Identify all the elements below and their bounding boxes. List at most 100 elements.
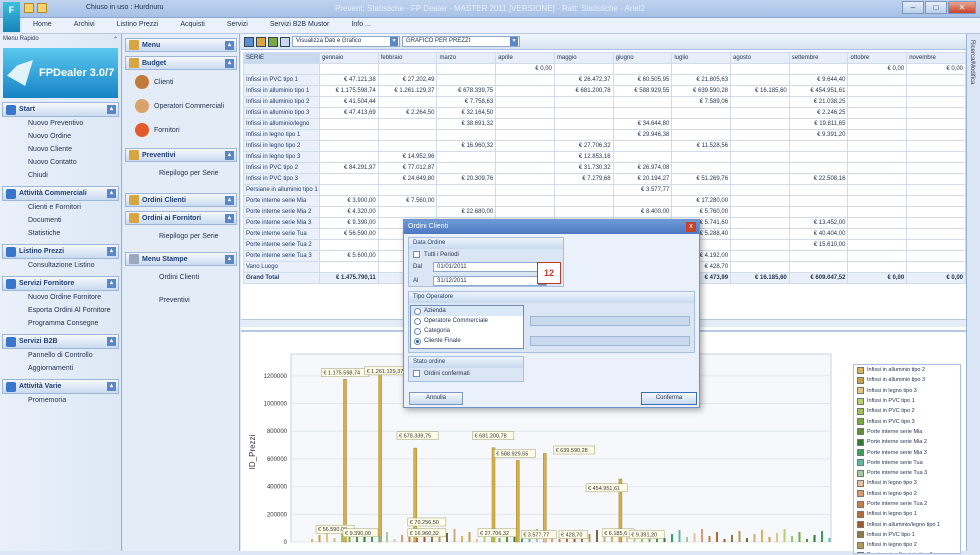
row-label[interactable]: Persiane in alluminio tipo 1 bbox=[243, 184, 320, 196]
sidebar-item[interactable]: Esporta Ordini Al Fornitore bbox=[0, 304, 121, 317]
table-row[interactable]: Infissi in legno tipo 1 € 29.946,38 € 9.39… bbox=[243, 129, 966, 141]
row-label[interactable]: Infissi in alluminio tipo 3 bbox=[243, 107, 320, 119]
radio-button[interactable] bbox=[414, 317, 421, 325]
menu-item-1[interactable]: Archivi bbox=[63, 18, 106, 33]
row-label[interactable]: Infissi in PVC tipo 1 bbox=[243, 74, 320, 86]
all-periods-row[interactable]: Tutti i Periodi bbox=[409, 249, 563, 260]
close-button[interactable]: ✕ bbox=[948, 1, 976, 14]
table-row[interactable]: Infissi in PVC tipo 1 € 47.121,38 € 27.202… bbox=[243, 74, 966, 86]
row-label[interactable]: Infissi in legno tipo 2 bbox=[243, 140, 320, 152]
sidebar-item[interactable]: Nuovo Cliente bbox=[0, 143, 121, 156]
serie-header[interactable]: SERIE bbox=[243, 52, 320, 64]
month-header[interactable]: giugno bbox=[612, 52, 673, 64]
collapse-icon[interactable]: ▴ bbox=[107, 279, 116, 288]
collapse-icon[interactable]: ▴ bbox=[107, 247, 116, 256]
from-date-input[interactable]: 01/01/2011 bbox=[433, 262, 547, 272]
month-header[interactable]: gennaio bbox=[319, 52, 379, 64]
stampe-ordini-clienti[interactable]: Ordini Clienti bbox=[123, 266, 239, 289]
sidebar-item[interactable]: Clienti e Fornitori bbox=[0, 201, 121, 214]
pin-icon[interactable]: ⌃ bbox=[113, 36, 118, 44]
sidebar-item[interactable]: Nuovo Contatto bbox=[0, 156, 121, 169]
month-header[interactable]: novembre bbox=[906, 52, 966, 64]
sidebar-item[interactable]: Nuovo Ordine Fornitore bbox=[0, 291, 121, 304]
row-label[interactable]: Infissi in alluminio tipo 2 bbox=[243, 96, 320, 108]
sidebar-section-0[interactable]: Start ▴ bbox=[2, 102, 119, 117]
view-select[interactable]: Visualizza Dati e Grafico bbox=[292, 36, 400, 47]
operator-option[interactable]: Operatore Commerciale bbox=[411, 316, 523, 326]
menu-item-3[interactable]: Acquisti bbox=[169, 18, 216, 33]
table-row[interactable]: Infissi in alluminio/legno € 38.691,32 € 3… bbox=[243, 118, 966, 130]
month-header[interactable]: marzo bbox=[436, 52, 497, 64]
sidebar-item[interactable]: Pannello di Controllo bbox=[0, 349, 121, 362]
collapse-icon[interactable]: ▴ bbox=[225, 196, 234, 205]
ordini-clienti-section-header[interactable]: Ordini Clienti ▴ bbox=[125, 193, 237, 207]
export-icon[interactable] bbox=[256, 36, 266, 47]
table-row[interactable]: Infissi in PVC tipo 2 € 84.291,97 € 77.012… bbox=[243, 162, 966, 174]
table-row[interactable]: Infissi in alluminio tipo 3 € 47.413,69 € … bbox=[243, 107, 966, 119]
collapse-icon[interactable]: ▴ bbox=[107, 382, 116, 391]
menu-item-0[interactable]: Home bbox=[22, 18, 63, 33]
ordini-fornitori-section-header[interactable]: Ordini ai Fornitori ▴ bbox=[125, 211, 237, 225]
row-label[interactable]: Infissi in legno tipo 3 bbox=[243, 151, 320, 163]
sidebar-item[interactable]: Chiudi bbox=[0, 169, 121, 182]
month-header[interactable]: aprile bbox=[495, 52, 555, 64]
row-label[interactable]: Vano Luogo bbox=[243, 261, 320, 273]
operator-option[interactable]: Azienda bbox=[411, 306, 523, 316]
sidebar-item[interactable]: Statistiche bbox=[0, 227, 121, 240]
sidebar-item[interactable]: Consultazione Listino bbox=[0, 259, 121, 272]
preventivi-section-header[interactable]: Preventivi ▴ bbox=[125, 148, 237, 162]
table-row[interactable]: Porte interne serie Mia € 3.900,00 € 7.560… bbox=[243, 195, 966, 207]
sidebar-section-3[interactable]: Servizi Fornitore ▴ bbox=[2, 276, 119, 291]
row-label[interactable]: Porte interne serie Mia bbox=[243, 195, 320, 207]
month-header[interactable]: febbraio bbox=[377, 52, 438, 64]
calendar-icon[interactable]: 12 bbox=[537, 262, 561, 284]
month-header[interactable]: luglio bbox=[671, 52, 732, 64]
sidebar-section-5[interactable]: Attività Varie ▴ bbox=[2, 379, 119, 394]
right-dock[interactable]: Ricerca/Modifica bbox=[966, 34, 980, 551]
row-label[interactable]: Porte interne serie Tua 2 bbox=[243, 239, 320, 251]
sidebar-section-1[interactable]: Attività Commerciali ▴ bbox=[2, 186, 119, 201]
budget-clienti[interactable]: Clienti bbox=[123, 70, 239, 94]
operator-option[interactable]: Categoria bbox=[411, 326, 523, 336]
table-row[interactable]: Infissi in alluminio tipo 2 € 41.504,44 € … bbox=[243, 96, 966, 108]
budget-fornitori[interactable]: Fornitori bbox=[123, 118, 239, 142]
row-label[interactable]: Infissi in alluminio tipo 1 bbox=[243, 85, 320, 97]
month-header[interactable]: maggio bbox=[553, 52, 614, 64]
menu-item-4[interactable]: Servizi bbox=[216, 18, 259, 33]
radio-button[interactable] bbox=[414, 327, 421, 335]
sidebar-item[interactable]: Programma Consegne bbox=[0, 317, 121, 330]
menu-item-5[interactable]: Servizi B2B Mustor bbox=[259, 18, 341, 33]
sidebar-section-4[interactable]: Servizi B2B ▴ bbox=[2, 334, 119, 349]
maximize-button[interactable]: □ bbox=[925, 1, 947, 14]
operator-option[interactable]: Cliente Finale bbox=[411, 336, 523, 346]
grid-icon[interactable] bbox=[244, 36, 254, 47]
preventivi-riepilogo[interactable]: Riepilogo per Serie bbox=[123, 162, 239, 185]
budget-operatori[interactable]: Operatori Commerciali bbox=[123, 94, 239, 118]
sidebar-item[interactable]: Aggiornamenti bbox=[0, 362, 121, 375]
stampe-section-header[interactable]: Menu Stampe ▴ bbox=[125, 252, 237, 266]
dialog-close-button[interactable]: x bbox=[686, 222, 696, 232]
stampe-preventivi[interactable]: Preventivi bbox=[123, 289, 239, 312]
table-row[interactable]: Infissi in legno tipo 3 € 14.952,96 € 12.8… bbox=[243, 151, 966, 163]
sidebar-section-2[interactable]: Listino Prezzi ▴ bbox=[2, 244, 119, 259]
row-label[interactable]: Porte interne serie Tua bbox=[243, 228, 320, 240]
row-label[interactable]: Porte interne serie Mia 3 bbox=[243, 217, 320, 229]
table-row[interactable]: Persiane in alluminio tipo 1 € 3.577,77 bbox=[243, 184, 966, 196]
radio-button[interactable] bbox=[414, 307, 421, 315]
ordini-fornitori-riepilogo[interactable]: Riepilogo per Serie bbox=[123, 225, 239, 248]
table-row[interactable]: Infissi in legno tipo 2 € 16.960,32 € 27.7… bbox=[243, 140, 966, 152]
sidebar-item[interactable]: Documenti bbox=[0, 214, 121, 227]
print-icon[interactable] bbox=[268, 36, 278, 47]
menu-item-6[interactable]: Info ... bbox=[340, 18, 381, 33]
budget-section-header[interactable]: Budget ▴ bbox=[125, 56, 237, 70]
refresh-icon[interactable] bbox=[280, 36, 290, 47]
collapse-icon[interactable]: ▴ bbox=[225, 214, 234, 223]
minimize-button[interactable]: – bbox=[902, 1, 924, 14]
chart-select[interactable]: GRAFICO PER PREZZI bbox=[402, 36, 520, 47]
to-date-input[interactable]: 31/12/2011 bbox=[433, 276, 547, 286]
sidebar-item[interactable]: Promemoria bbox=[0, 394, 121, 407]
row-label[interactable]: Infissi in legno tipo 1 bbox=[243, 129, 320, 141]
confirmed-orders-checkbox[interactable] bbox=[413, 370, 420, 377]
month-header[interactable]: agosto bbox=[730, 52, 790, 64]
sidebar-item[interactable]: Nuovo Ordine bbox=[0, 130, 121, 143]
